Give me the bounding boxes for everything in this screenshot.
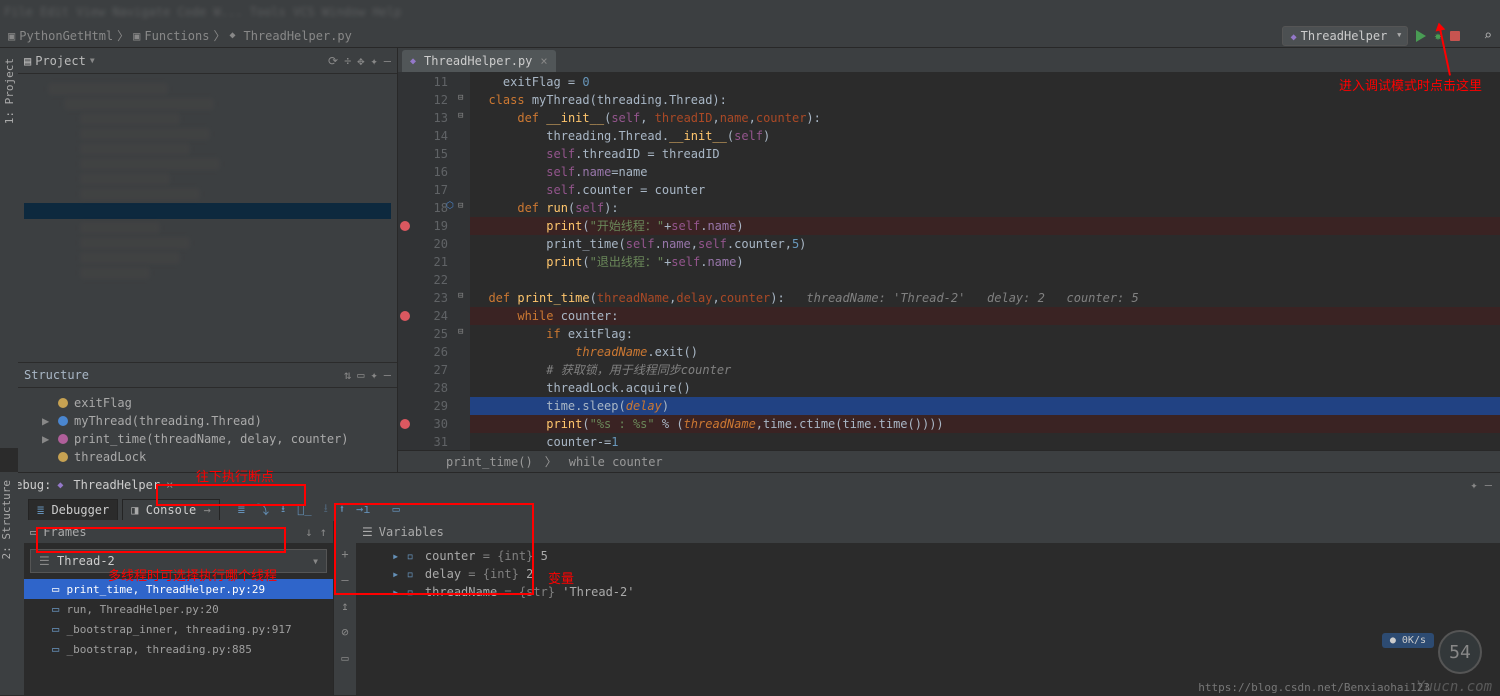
navigation-bar: ▣ PythonGetHtml 〉▣ Functions 〉◆ ThreadHe…: [0, 24, 1500, 48]
breadcrumb-item[interactable]: Functions: [144, 29, 209, 43]
console-tab[interactable]: ◨ Console →: [122, 499, 219, 520]
breadcrumb: ▣ PythonGetHtml 〉▣ Functions 〉◆ ThreadHe…: [8, 27, 352, 44]
frame-item[interactable]: ▭ _bootstrap_inner, threading.py:917: [24, 619, 333, 639]
variables-title: Variables: [379, 525, 444, 539]
editor: ◆ThreadHelper.py× 1112131415161718192021…: [398, 48, 1500, 472]
variable-item[interactable]: ▸ ▫ threadName = {str} 'Thread-2': [356, 583, 1500, 601]
step-force-icon[interactable]: ⭳: [320, 499, 332, 520]
editor-tab[interactable]: ◆ThreadHelper.py×: [402, 50, 556, 72]
sidebar-tab-structure[interactable]: 2: Structure: [0, 480, 13, 559]
search-icon[interactable]: ⌕: [1484, 28, 1492, 44]
breakpoint-gutter[interactable]: [398, 72, 412, 450]
project-tree[interactable]: [18, 74, 397, 362]
breadcrumb-item[interactable]: PythonGetHtml: [19, 29, 113, 43]
breadcrumb-item[interactable]: ThreadHelper.py: [243, 29, 351, 43]
structure-list[interactable]: exitFlag▶myThread(threading.Thread)▶prin…: [18, 388, 397, 472]
debug-panel: Debug: ◆ThreadHelper × ✦ — ≣ Debugger ◨ …: [0, 472, 1500, 695]
step-into-icon[interactable]: ⭳: [277, 499, 289, 520]
network-pill: ● 0K/s: [1382, 633, 1434, 648]
structure-label: Structure: [24, 368, 89, 382]
structure-item[interactable]: exitFlag: [26, 394, 389, 412]
step-tool-icon[interactable]: ≣: [234, 502, 249, 516]
frame-item[interactable]: ▭ run, ThreadHelper.py:20: [24, 599, 333, 619]
gauge-badge: 54: [1438, 630, 1482, 674]
frames-list[interactable]: ▭ print_time, ThreadHelper.py:29▭ run, T…: [24, 579, 333, 659]
run-icon[interactable]: [1416, 30, 1426, 42]
stop-icon[interactable]: [1450, 31, 1460, 41]
project-toolwindow-header: ▤Project▼ ⟳÷✥✦—: [18, 48, 397, 74]
variable-item[interactable]: ▸ ▫ counter = {int} 5: [356, 547, 1500, 565]
run-config-selector[interactable]: ◆ThreadHelper: [1282, 26, 1409, 46]
structure-item[interactable]: ▶myThread(threading.Thread): [26, 412, 389, 430]
frame-item[interactable]: ▭ print_time, ThreadHelper.py:29: [24, 579, 333, 599]
structure-item[interactable]: ▶print_time(threadName, delay, counter): [26, 430, 389, 448]
structure-toolbar[interactable]: ⇅▭✦—: [338, 368, 391, 382]
evaluate-icon[interactable]: ▭: [389, 502, 404, 516]
sidebar-tab-project[interactable]: 1: Project: [3, 58, 16, 124]
code-breadcrumb[interactable]: print_time()〉 while counter: [398, 450, 1500, 472]
step-out-icon[interactable]: ⭱: [336, 499, 348, 520]
variables-list[interactable]: ▸ ▫ counter = {int} 5▸ ▫ delay = {int} 2…: [356, 543, 1500, 601]
line-number-gutter: 1112131415161718192021222324252627282930…: [412, 72, 456, 450]
project-label: Project: [35, 54, 86, 68]
run-to-cursor-icon[interactable]: →ı: [352, 502, 374, 516]
project-toolbar[interactable]: ⟳÷✥✦—: [322, 54, 391, 68]
frames-title: Frames: [43, 525, 86, 539]
vars-toolbar[interactable]: +—↥⊘▭: [334, 521, 356, 695]
run-config-label: ThreadHelper: [1301, 29, 1388, 43]
frame-item[interactable]: ▭ _bootstrap, threading.py:885: [24, 639, 333, 659]
debugger-tab[interactable]: ≣ Debugger: [28, 499, 118, 520]
fold-gutter[interactable]: ⊟⊟⊟⬡⊟⊟: [456, 72, 470, 450]
menu-bar: File Edit View Navigate Code W... Tools …: [0, 0, 1500, 24]
debug-config-label: ThreadHelper: [73, 478, 160, 492]
run-config-area: ◆ThreadHelper ✸ ⌕: [1282, 26, 1492, 46]
structure-item[interactable]: threadLock: [26, 448, 389, 466]
debug-subtabs[interactable]: ≣ Debugger ◨ Console → ≣ ⤵ ⭳ ⭳̲ ⭳ ⭱ →ı ▭: [0, 497, 1500, 521]
debug-panel-settings[interactable]: ✦ —: [1470, 478, 1492, 492]
left-toolwindow-stripe[interactable]: 1: Project: [0, 48, 18, 448]
variable-item[interactable]: ▸ ▫ delay = {int} 2: [356, 565, 1500, 583]
step-into-my-icon[interactable]: ⭳̲: [293, 502, 315, 516]
watermark: https://blog.csdn.net/Benxiaohai123: [1198, 681, 1430, 694]
structure-toolwindow-header: Structure ⇅▭✦—: [18, 362, 397, 388]
code-body[interactable]: exitFlag = 0 class myThread(threading.Th…: [470, 72, 1500, 450]
step-over-icon[interactable]: ⤵: [253, 501, 273, 518]
thread-selector[interactable]: ☰ Thread-2 ▼: [30, 549, 327, 573]
editor-tabs[interactable]: ◆ThreadHelper.py×: [398, 48, 1500, 72]
